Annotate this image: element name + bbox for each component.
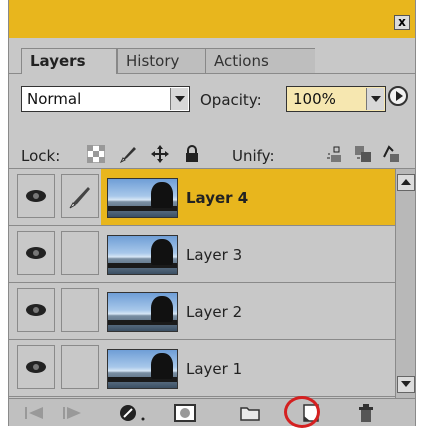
scroll-up-button[interactable] bbox=[397, 174, 415, 191]
brush-link-cell[interactable] bbox=[61, 174, 99, 218]
eye-icon bbox=[26, 361, 46, 373]
visibility-toggle[interactable] bbox=[17, 288, 55, 332]
lock-row: Lock: Unify: bbox=[9, 125, 415, 169]
opacity-label: Opacity: bbox=[200, 91, 262, 109]
eye-icon bbox=[26, 304, 46, 316]
layer-thumbnail bbox=[107, 235, 178, 275]
link-cell[interactable] bbox=[61, 231, 99, 275]
trash-icon[interactable] bbox=[357, 404, 375, 422]
next-frame-icon[interactable] bbox=[61, 404, 83, 422]
prev-frame-icon[interactable] bbox=[23, 404, 45, 422]
blend-opacity-row: Normal Opacity: 100% bbox=[9, 74, 415, 124]
layer-thumbnail bbox=[107, 292, 178, 332]
layer-row[interactable]: Layer 3 bbox=[9, 226, 395, 283]
layer-row[interactable]: Layer 2 bbox=[9, 283, 395, 340]
lock-image-pixels-icon[interactable] bbox=[119, 145, 137, 163]
add-mask-icon[interactable] bbox=[174, 404, 196, 422]
vertical-scrollbar[interactable] bbox=[395, 169, 415, 398]
layers-list: Layer 4 Layer 3 Layer 2 Layer 1 bbox=[9, 169, 395, 398]
tab-bar: Layers History Actions bbox=[9, 38, 415, 106]
tab-actions[interactable]: Actions bbox=[205, 48, 315, 73]
tab-layers[interactable]: Layers bbox=[21, 48, 117, 74]
layer-name[interactable]: Layer 3 bbox=[186, 246, 242, 264]
chevron-down-icon[interactable] bbox=[366, 88, 384, 110]
layer-row[interactable]: Layer 4 bbox=[9, 169, 395, 226]
layer-row[interactable]: Layer 1 bbox=[9, 340, 395, 397]
unify-position-icon[interactable] bbox=[327, 145, 345, 163]
chevron-down-icon[interactable] bbox=[170, 88, 188, 110]
visibility-toggle[interactable] bbox=[17, 231, 55, 275]
tab-history[interactable]: History bbox=[117, 48, 205, 73]
panel-bottom-bar bbox=[9, 398, 415, 426]
unify-visibility-icon[interactable] bbox=[354, 145, 372, 163]
layer-name[interactable]: Layer 1 bbox=[186, 360, 242, 378]
new-group-icon[interactable] bbox=[239, 404, 261, 422]
layer-name[interactable]: Layer 4 bbox=[186, 189, 248, 207]
lock-all-icon[interactable] bbox=[183, 145, 201, 163]
layer-thumbnail bbox=[107, 178, 178, 218]
close-button[interactable]: x bbox=[394, 15, 410, 30]
panel-title-bar[interactable]: x bbox=[9, 0, 415, 38]
layers-panel: x Layers History Actions Normal Opacity:… bbox=[8, 0, 416, 426]
layer-name[interactable]: Layer 2 bbox=[186, 303, 242, 321]
opacity-value: 100% bbox=[293, 90, 336, 108]
visibility-toggle[interactable] bbox=[17, 174, 55, 218]
layer-style-icon[interactable] bbox=[119, 404, 149, 422]
link-cell[interactable] bbox=[61, 345, 99, 389]
visibility-toggle[interactable] bbox=[17, 345, 55, 389]
lock-transparent-pixels-icon[interactable] bbox=[87, 145, 105, 163]
unify-label: Unify: bbox=[232, 147, 275, 165]
eye-icon bbox=[26, 247, 46, 259]
lock-position-icon[interactable] bbox=[151, 145, 169, 163]
blend-mode-value: Normal bbox=[27, 90, 82, 108]
scroll-down-button[interactable] bbox=[397, 376, 415, 393]
layer-thumbnail bbox=[107, 349, 178, 389]
paintbrush-icon bbox=[69, 187, 90, 209]
blend-mode-select[interactable]: Normal bbox=[21, 86, 190, 112]
highlight-circle bbox=[284, 396, 320, 428]
lock-label: Lock: bbox=[21, 147, 61, 165]
opacity-input[interactable]: 100% bbox=[286, 86, 386, 112]
unify-style-icon[interactable] bbox=[382, 145, 400, 163]
eye-icon bbox=[26, 190, 46, 202]
link-cell[interactable] bbox=[61, 288, 99, 332]
